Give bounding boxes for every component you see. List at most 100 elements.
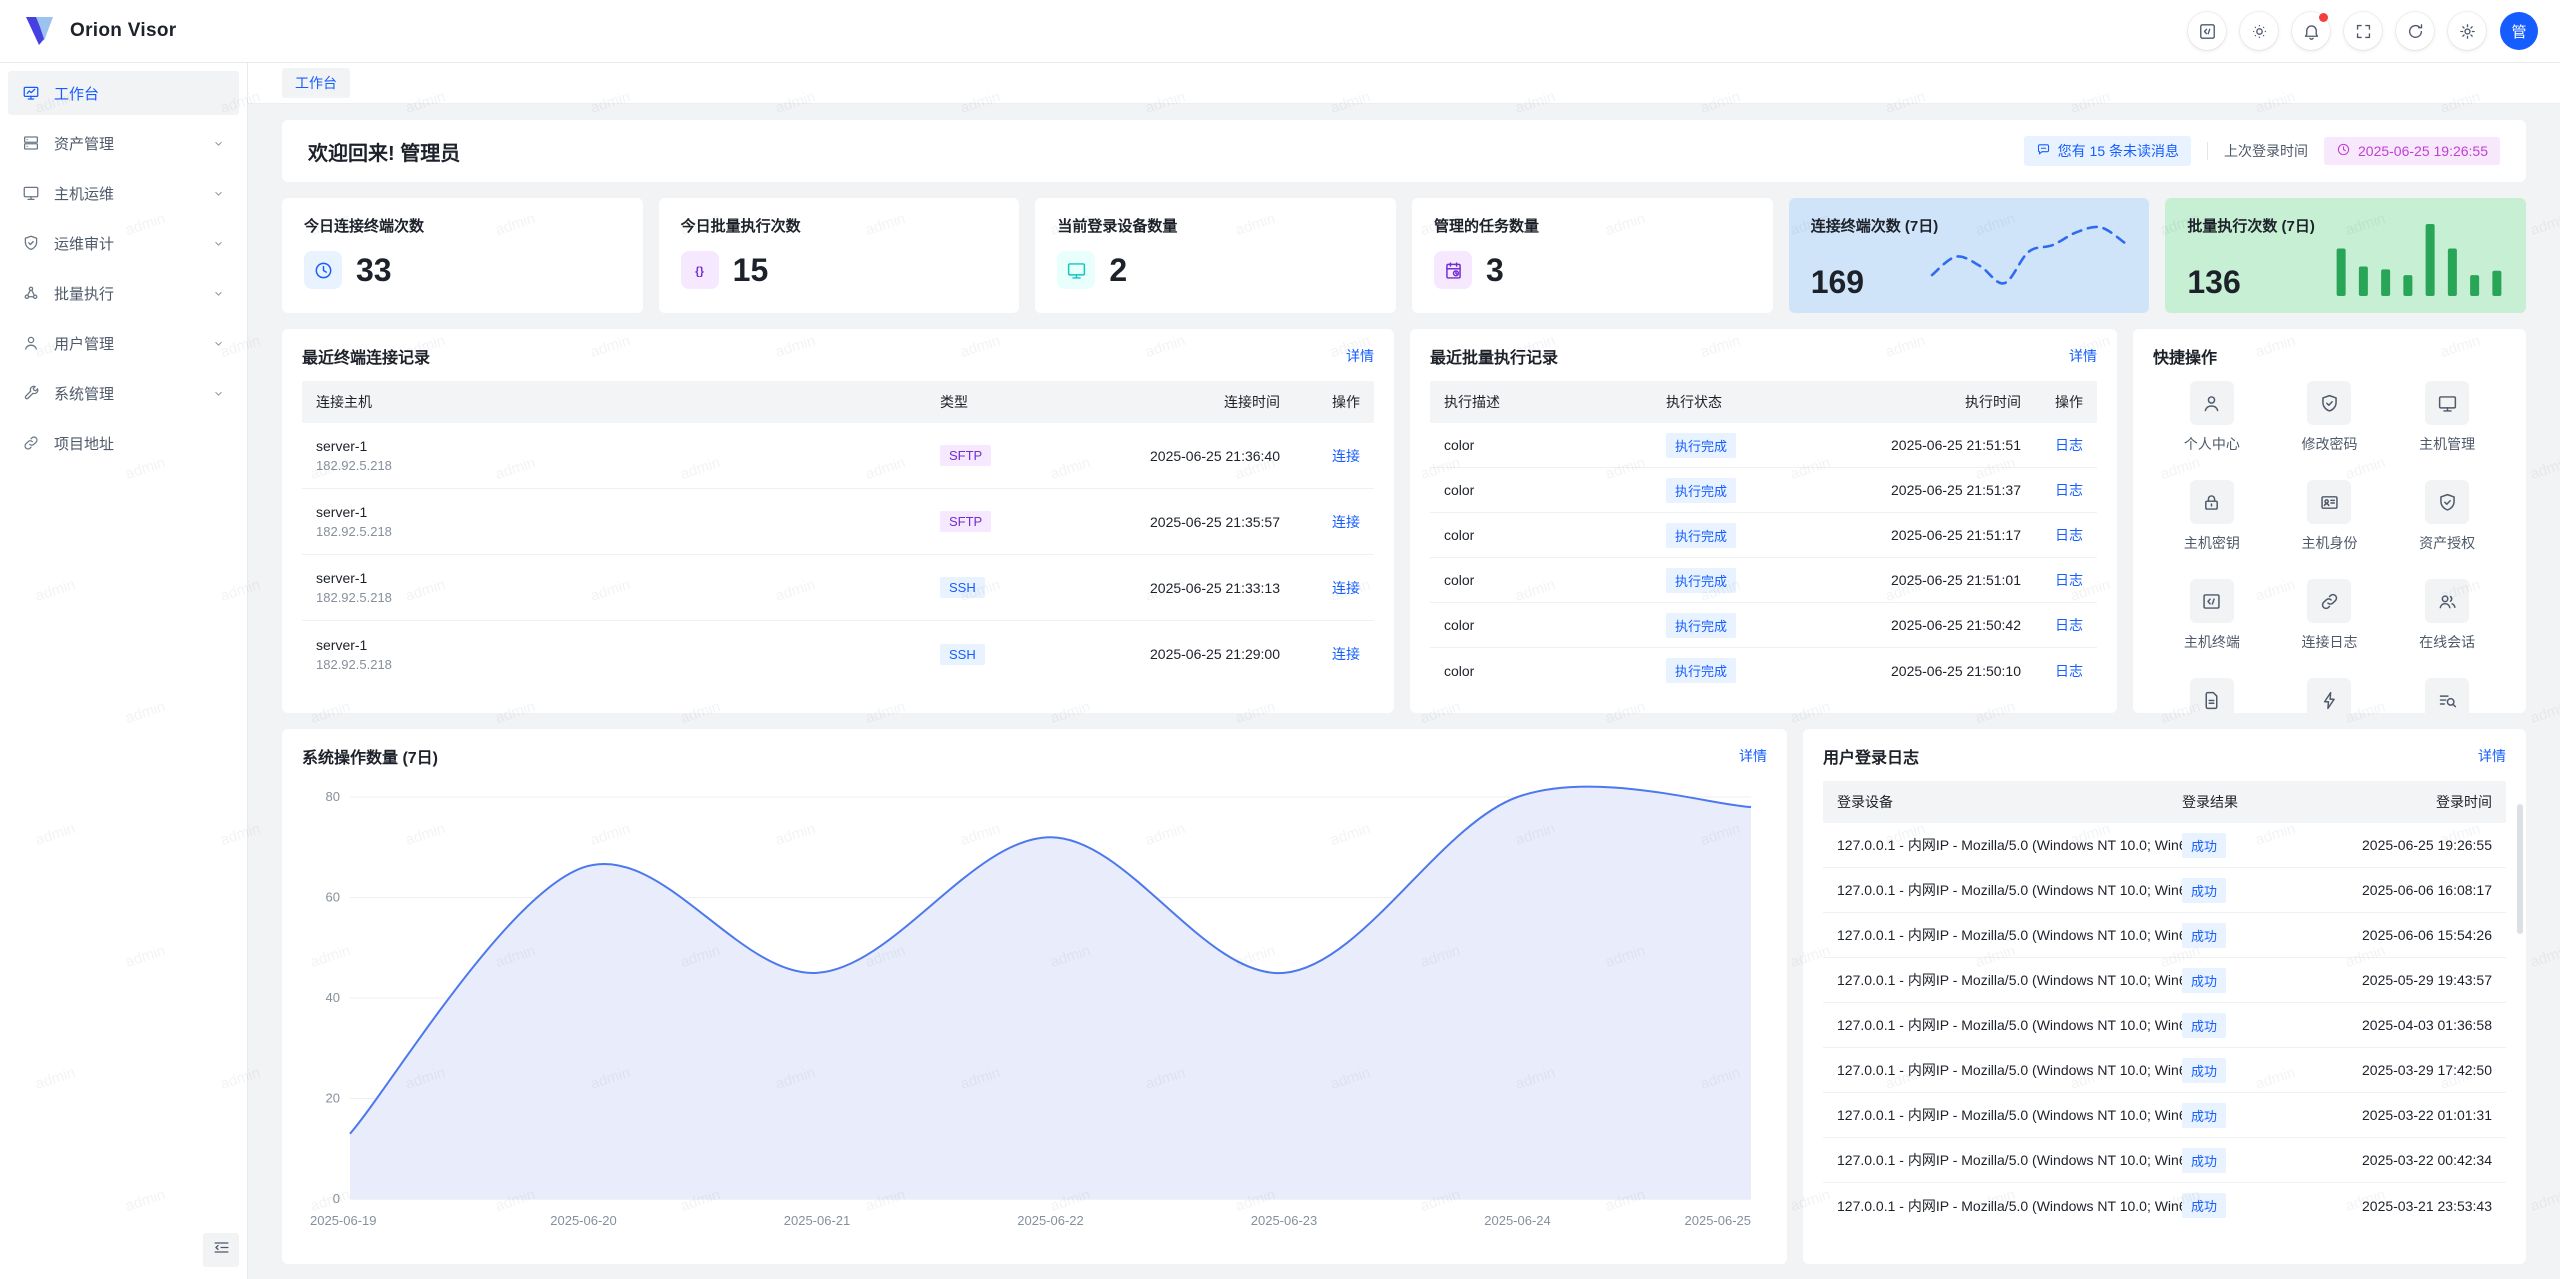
result-badge: 成功 [2182,1058,2226,1083]
sidebar-item-运维审计[interactable]: 运维审计 [8,221,239,265]
batch-row: color执行完成2025-06-25 21:51:37日志 [1430,468,2097,513]
log-link[interactable]: 日志 [2055,617,2083,633]
log-link[interactable]: 日志 [2055,482,2083,498]
code-square-button[interactable] [2188,12,2226,50]
log-link[interactable]: 日志 [2055,663,2083,679]
svg-text:80: 80 [326,789,340,804]
host-name: server-1 [316,570,940,586]
result-cell: 成功 [2182,833,2297,858]
sidebar-item-资产管理[interactable]: 资产管理 [8,121,239,165]
svg-text:20: 20 [326,1091,340,1106]
quick-action-主机终端[interactable]: 主机终端 [2153,579,2271,652]
sidebar-item-主机运维[interactable]: 主机运维 [8,171,239,215]
sidebar-item-label: 运维审计 [54,233,114,254]
refresh-button[interactable] [2396,12,2434,50]
sidebar-item-用户管理[interactable]: 用户管理 [8,321,239,365]
quick-action-资产授权[interactable]: 资产授权 [2388,480,2506,553]
login-row: 127.0.0.1 - 内网IP - Mozilla/5.0 (Windows … [1823,1093,2506,1138]
desc-cell: color [1444,437,1666,453]
batch-detail-link[interactable]: 详情 [2069,346,2097,366]
trend-card-batch-bars: 批量执行次数 (7日)136 [2165,198,2526,313]
batch-row: color执行完成2025-06-25 21:51:17日志 [1430,513,2097,558]
result-cell: 成功 [2182,1193,2297,1218]
connect-link[interactable]: 连接 [1332,646,1360,662]
sidebar-item-label: 批量执行 [54,283,114,304]
sidebar-item-批量执行[interactable]: 批量执行 [8,271,239,315]
log-link[interactable]: 日志 [2055,572,2083,588]
quick-action-主机密钥[interactable]: 主机密钥 [2153,480,2271,553]
chevron-down-icon [212,337,225,350]
history-clock-icon [304,251,342,289]
sidebar-item-label: 用户管理 [54,333,114,354]
log-link[interactable]: 日志 [2055,437,2083,453]
status-badge: 执行完成 [1666,478,1736,503]
host-name: server-1 [316,438,940,454]
menu-fold-icon [212,1238,231,1262]
login-detail-link[interactable]: 详情 [2478,746,2506,766]
notification-dot [2319,13,2328,22]
time-cell: 2025-06-25 21:50:10 [1816,663,2021,679]
terminal-row: server-1182.92.5.218SFTP2025-06-25 21:36… [302,423,1374,489]
status-cell: 执行完成 [1666,658,1816,683]
result-badge: 成功 [2182,968,2226,993]
protocol-badge: SFTP [940,511,991,532]
desc-cell: color [1444,663,1666,679]
connect-link[interactable]: 连接 [1332,580,1360,596]
settings-button[interactable] [2448,12,2486,50]
status-badge: 执行完成 [1666,523,1736,548]
svg-text:2025-06-22: 2025-06-22 [1017,1213,1084,1228]
scrollbar-thumb[interactable] [2517,804,2523,934]
quick-action-个人中心[interactable]: 个人中心 [2153,381,2271,454]
unread-messages-badge[interactable]: 您有 15 条未读消息 [2024,136,2191,166]
connect-link[interactable]: 连接 [1332,514,1360,530]
logo-area: Orion Visor [22,15,176,47]
workbench-icon [22,84,40,102]
log-link[interactable]: 日志 [2055,527,2083,543]
time-cell: 2025-06-25 21:51:17 [1816,527,2021,543]
sidebar-collapse-button[interactable] [203,1233,239,1267]
result-badge: 成功 [2182,1103,2226,1128]
sidebar-item-项目地址[interactable]: 项目地址 [8,421,239,465]
terminal-detail-link[interactable]: 详情 [1346,346,1374,366]
quick-action-在线会话[interactable]: 在线会话 [2388,579,2506,652]
notifications-button[interactable] [2292,12,2330,50]
host-cell: server-1182.92.5.218 [316,438,940,473]
quick-action-主机身份[interactable]: 主机身份 [2271,480,2389,553]
id-card-icon [2307,480,2351,524]
clock-icon [2336,142,2351,160]
status-badge: 执行完成 [1666,433,1736,458]
quick-action-命令执行[interactable]: 命令执行 [2271,678,2389,713]
action-cell: 日志 [2021,480,2083,500]
status-badge: 执行完成 [1666,568,1736,593]
connect-link[interactable]: 连接 [1332,448,1360,464]
braces-icon: {} [681,251,719,289]
login-log-table: 登录设备登录结果登录时间127.0.0.1 - 内网IP - Mozilla/5… [1823,781,2506,1228]
quick-action-连接日志[interactable]: 连接日志 [2271,579,2389,652]
action-cell: 日志 [2021,435,2083,455]
login-row: 127.0.0.1 - 内网IP - Mozilla/5.0 (Windows … [1823,958,2506,1003]
time-cell: 2025-03-22 01:01:31 [2297,1107,2492,1123]
quick-action-修改密码[interactable]: 修改密码 [2271,381,2389,454]
login-row: 127.0.0.1 - 内网IP - Mozilla/5.0 (Windows … [1823,1048,2506,1093]
protocol-badge: SFTP [940,445,991,466]
system-icon [22,384,40,402]
sidebar-item-label: 项目地址 [54,433,114,454]
status-cell: 执行完成 [1666,433,1816,458]
fullscreen-button[interactable] [2344,12,2382,50]
sidebar-item-系统管理[interactable]: 系统管理 [8,371,239,415]
quick-action-文件操作日志[interactable]: 文件操作日志 [2153,678,2271,713]
time-cell: 2025-04-03 01:36:58 [2297,1017,2492,1033]
breadcrumb-item-workbench[interactable]: 工作台 [282,68,350,98]
chart-detail-link[interactable]: 详情 [1739,746,1767,766]
table-header: 执行描述执行状态执行时间操作 [1430,381,2097,423]
user-avatar[interactable]: 管 [2500,12,2538,50]
brightness-button[interactable] [2240,12,2278,50]
status-cell: 执行完成 [1666,523,1816,548]
sidebar-item-工作台[interactable]: 工作台 [8,71,239,115]
time-cell: 2025-06-25 21:51:37 [1816,482,2021,498]
quick-action-执行日志[interactable]: 执行日志 [2388,678,2506,713]
breadcrumb: 工作台 [248,63,2560,104]
host-name: server-1 [316,637,940,653]
quick-action-主机管理[interactable]: 主机管理 [2388,381,2506,454]
monitor-icon [2425,381,2469,425]
